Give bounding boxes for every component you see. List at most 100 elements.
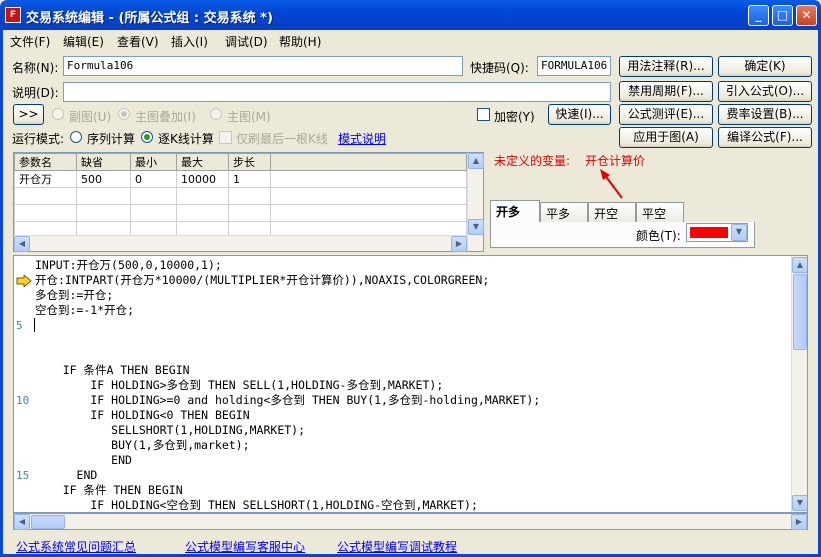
editor-hscrollbar[interactable]: ◀ ▶	[13, 513, 808, 530]
param-cell[interactable]: 开仓万	[14, 170, 77, 188]
support-link[interactable]: 公式模型编写客服中心	[185, 538, 305, 555]
expand-button[interactable]: >>	[13, 104, 44, 125]
encrypt-checkbox[interactable]	[477, 108, 490, 124]
scroll-up-icon[interactable]: ▲	[468, 153, 484, 169]
import-button[interactable]: 引入公式(O)...	[718, 81, 812, 102]
close-icon[interactable]: ✕	[796, 5, 817, 26]
scroll-thumb[interactable]	[793, 274, 807, 350]
color-select[interactable]: ▼	[686, 223, 748, 242]
scroll-down-icon[interactable]: ▼	[792, 495, 807, 511]
param-cell[interactable]: 10000	[176, 170, 229, 188]
chevron-down-icon[interactable]: ▼	[731, 224, 747, 241]
faq-link[interactable]: 公式系统常见问题汇总	[16, 538, 136, 555]
menu-edit[interactable]: 编辑(E)	[63, 33, 104, 50]
scroll-left-icon[interactable]: ◀	[14, 514, 30, 530]
tab-close-short[interactable]: 平空	[636, 202, 684, 222]
param-col-name: 参数名	[14, 153, 77, 171]
menu-bar: 文件(F) 编辑(E) 查看(V) 插入(I) 调试(D) 帮助(H)	[3, 30, 818, 50]
error-label: 未定义的变量:	[494, 154, 571, 168]
tab-close-long[interactable]: 平多	[540, 202, 588, 222]
radio-main-chart-label: 主图(M)	[227, 110, 271, 124]
mode-help-link[interactable]: 模式说明	[338, 130, 386, 147]
code-line[interactable]: BUY(1,多仓到,market);	[35, 438, 249, 453]
line-number: 10	[16, 394, 30, 407]
quick-button[interactable]: 快速(I)...	[548, 104, 611, 125]
mode-label: 运行模式:	[12, 132, 65, 146]
radio-main-chart[interactable]	[210, 108, 222, 123]
code-line[interactable]: END	[35, 453, 132, 468]
scroll-down-icon[interactable]: ▼	[468, 219, 484, 235]
menu-file[interactable]: 文件(F)	[10, 33, 50, 50]
arrow-icon	[600, 169, 623, 199]
menu-view[interactable]: 查看(V)	[117, 33, 159, 50]
usage-button[interactable]: 用法注释(R)...	[619, 56, 713, 77]
code-line[interactable]: IF HOLDING<空仓到 THEN SELLSHORT(1,HOLDING-…	[35, 498, 478, 512]
desc-input[interactable]	[63, 82, 611, 102]
param-col-max: 最大	[176, 153, 229, 171]
param-cell[interactable]	[270, 170, 467, 188]
radio-sub-chart-label: 副图(U)	[69, 110, 112, 124]
disable-period-button[interactable]: 禁用周期(F)...	[619, 81, 713, 102]
code-line[interactable]: SELLSHORT(1,HOLDING,MARKET);	[35, 423, 305, 438]
code-line[interactable]: INPUT:开仓万(500,0,10000,1);	[35, 258, 222, 273]
code-content[interactable]: INPUT:开仓万(500,0,10000,1); 开仓:INTPART(开仓万*…	[35, 258, 785, 512]
hscroll-thumb[interactable]	[31, 515, 65, 529]
test-button[interactable]: 公式测评(E)...	[619, 104, 713, 125]
scroll-right-icon[interactable]: ▶	[451, 236, 467, 252]
code-line[interactable]: IF HOLDING>多仓到 THEN SELL(1,HOLDING-多仓到,M…	[35, 378, 443, 393]
param-col-min: 最小	[130, 153, 177, 171]
tab-open-long[interactable]: 开多	[490, 200, 540, 224]
scroll-right-icon[interactable]: ▶	[791, 514, 807, 530]
table-row[interactable]	[14, 187, 467, 205]
param-cell[interactable]: 1	[228, 170, 271, 188]
last-kline-label: 仅刷最后一根K线	[236, 132, 328, 146]
code-line[interactable]: 开仓:INTPART(开仓万*10000/(MULTIPLIER*开仓计算价))…	[35, 273, 489, 288]
radio-sub-chart[interactable]	[52, 108, 64, 123]
radio-overlay-label: 主图叠加(I)	[135, 110, 196, 124]
param-cell[interactable]: 500	[76, 170, 131, 188]
code-line[interactable]: IF HOLDING>=0 and holding<多仓到 THEN BUY(1…	[35, 393, 540, 408]
param-scrollbar[interactable]: ▲ ▼	[467, 153, 484, 251]
last-kline-checkbox[interactable]	[219, 131, 232, 147]
radio-overlay[interactable]	[118, 108, 130, 123]
menu-debug[interactable]: 调试(D)	[225, 33, 268, 50]
param-col-step: 步长	[228, 153, 271, 171]
param-cell[interactable]: 0	[130, 170, 177, 188]
menu-insert[interactable]: 插入(I)	[171, 33, 208, 50]
code-line[interactable]: END	[35, 468, 98, 483]
apply-button[interactable]: 应用于图(A)	[619, 127, 713, 148]
radio-mode-seq[interactable]	[70, 131, 82, 146]
param-col-blank	[270, 153, 467, 171]
code-line[interactable]: 空仓到:=-1*开仓;	[35, 303, 134, 318]
scroll-up-icon[interactable]: ▲	[792, 257, 807, 273]
compile-button[interactable]: 编译公式(F)...	[718, 127, 812, 148]
param-header-row: 参数名 缺省 最小 最大 步长	[14, 153, 467, 171]
code-line[interactable]: 多仓到:=开仓;	[35, 288, 113, 303]
cost-button[interactable]: 费率设置(B)...	[718, 104, 812, 125]
radio-mode-kline[interactable]	[141, 131, 153, 146]
param-grid: 参数名 缺省 最小 最大 步长 开仓万 500 0 10000 1 ▲ ▼ ◀ …	[13, 152, 484, 252]
menu-help[interactable]: 帮助(H)	[279, 33, 321, 50]
line-number: 5	[16, 319, 23, 332]
code-line[interactable]: IF 条件 THEN BEGIN	[35, 483, 183, 498]
code-editor[interactable]: 5 10 15 INPUT:开仓万(500,0,10000,1); 开仓:INTP…	[13, 255, 808, 513]
code-line[interactable]: IF HOLDING<0 THEN BEGIN	[35, 408, 249, 423]
tutorial-link[interactable]: 公式模型编写调试教程	[337, 538, 457, 555]
ok-button[interactable]: 确定(K)	[718, 56, 812, 77]
code-line[interactable]: IF 条件A THEN BEGIN	[35, 363, 190, 378]
signal-tabs: 开多 平多 开空 平空	[490, 200, 710, 224]
minimize-icon[interactable]: _	[748, 5, 769, 26]
table-row[interactable]	[14, 204, 467, 222]
tab-open-short[interactable]: 开空	[588, 202, 636, 222]
name-input[interactable]: Formula106	[63, 56, 463, 76]
table-row[interactable]: 开仓万 500 0 10000 1	[14, 170, 467, 188]
param-col-default: 缺省	[76, 153, 131, 171]
maximize-icon[interactable]: □	[772, 5, 793, 26]
editor-vscrollbar[interactable]: ▲ ▼	[791, 256, 807, 512]
title-bar: F 交易系统编辑 - (所属公式组 : 交易系统 *) _ □ ✕	[0, 0, 821, 30]
radio-mode-seq-label: 序列计算	[87, 132, 136, 146]
param-hscrollbar[interactable]: ◀ ▶	[14, 235, 467, 252]
shortcut-input[interactable]: FORMULA106	[537, 56, 611, 76]
scroll-left-icon[interactable]: ◀	[14, 236, 30, 252]
radio-mode-kline-label: 逐K线计算	[158, 132, 214, 146]
